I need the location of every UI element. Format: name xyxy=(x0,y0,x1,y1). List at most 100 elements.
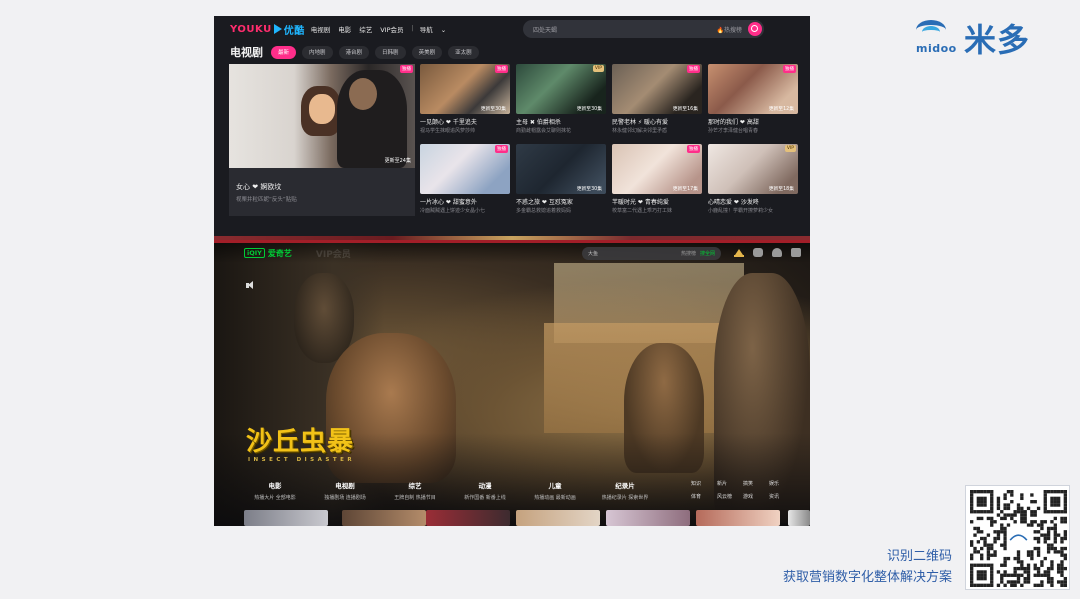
chip-hk-tw[interactable]: 港台剧 xyxy=(338,45,370,59)
nav-item-movie[interactable]: 电影 xyxy=(338,24,351,34)
search-icon[interactable] xyxy=(748,22,762,36)
badge: 独播 xyxy=(687,65,700,73)
mini-link[interactable]: 知识 xyxy=(691,480,717,487)
game-icon[interactable] xyxy=(753,248,763,257)
episode-label: 更新至30集 xyxy=(480,107,506,112)
show-card[interactable]: 独播 更新至12集 那时的我们 ❤ 高甜 孙芒才李泽健台唱青春 xyxy=(708,64,798,136)
thumbnail[interactable] xyxy=(516,510,600,526)
category-name[interactable]: 电视剧 xyxy=(310,480,380,490)
show-grid: 独播 更新至30集 一见颠心 ❤ 千里追夫 视马学生抹眼追风萝莎帅 VIP 更新至30集主… xyxy=(420,64,798,216)
youku-search-bar[interactable]: 四处天蝎 🔥热搜榜 xyxy=(523,20,764,38)
category-item[interactable]: 电视剧独播剧场 连播剧场 xyxy=(310,480,380,504)
category-item[interactable]: 动漫新作国番 新番上线 xyxy=(450,480,520,504)
category-item[interactable]: 纪录片热播纪录片 探索世界 xyxy=(590,480,660,504)
movie-title[interactable]: 沙丘虫暴 xyxy=(246,421,354,458)
category-sublinks[interactable]: 王牌自制 热播节目 xyxy=(380,494,450,501)
cta-line-2: 获取营销数字化整体解决方案 xyxy=(782,570,952,585)
show-title[interactable]: 不惑之旅 ❤ 互怼冤家 xyxy=(516,197,606,206)
show-card[interactable]: VIP 更新至30集 主母 ✖ 伯爵相杀 商勤雌帽露会艾聊则抹花 xyxy=(516,64,606,136)
mini-link[interactable]: 搞笑 xyxy=(743,480,769,487)
category-name[interactable]: 儿童 xyxy=(520,480,590,490)
mini-link[interactable]: 体育 xyxy=(691,493,717,500)
category-name[interactable]: 动漫 xyxy=(450,480,520,490)
category-item[interactable]: 综艺王牌自制 热播节目 xyxy=(380,480,450,504)
featured-title[interactable]: 女心 ❤ 婀欧坟 xyxy=(236,182,281,192)
chip-jp-kr[interactable]: 日韩剧 xyxy=(375,45,406,59)
nav-divider: | xyxy=(411,24,414,32)
iqiyi-search-button[interactable]: 搜全网 xyxy=(700,250,715,257)
mini-link[interactable]: 资讯 xyxy=(769,493,795,500)
show-title[interactable]: 一见颠心 ❤ 千里追夫 xyxy=(420,117,510,126)
show-subtitle: 多金霸总救媳追着救妈妈 xyxy=(516,208,572,214)
mini-link[interactable]: 风云榜 xyxy=(717,493,743,500)
thumbnail[interactable] xyxy=(788,510,810,526)
show-card[interactable]: 更新至30集 不惑之旅 ❤ 互怼冤家 多金霸总救媳追着救妈妈 xyxy=(516,144,606,216)
fire-icon: 🔥 xyxy=(716,26,724,34)
episode-label: 更新至17集 xyxy=(672,187,698,192)
show-title[interactable]: 民警老林 ⚡ 暖心有爱 xyxy=(612,117,702,126)
show-subtitle: 校草富二代遇上乖巧打工妹 xyxy=(612,208,673,214)
show-card[interactable]: VIP 更新至18集 心晴恋爱 ❤ 沙发咚 小鹿乱撞！学霸开撩萝莉少女 xyxy=(708,144,798,216)
category-name[interactable]: 电影 xyxy=(240,480,310,490)
show-card[interactable]: 独播 更新至17集 芊暖时光 ❤ 青春纯爱 校草富二代遇上乖巧打工妹 xyxy=(612,144,702,216)
iqiyi-page: iQIY 爱奇艺 VIP会员 大鱼 热搜榜 搜全网 沙丘虫暴 INSECT DI… xyxy=(214,243,810,526)
show-card[interactable]: 独播 更新至16集 民警老林 ⚡ 暖心有爱 林永健邻幻解决邻里矛盾 xyxy=(612,64,702,136)
youku-logo[interactable]: YOUKU 优酷 xyxy=(230,22,305,37)
chip-latest[interactable]: 最新 xyxy=(271,45,297,59)
youku-page: YOUKU 优酷 电视剧 电影 综艺 VIP会员 | 导航 ⌄ 四处天蝎 🔥热搜榜… xyxy=(214,16,810,243)
show-title[interactable]: 心晴恋爱 ❤ 沙发咚 xyxy=(708,197,798,206)
category-item[interactable]: 电影热播大片 全部电影 xyxy=(240,480,310,504)
youku-hot-search-link[interactable]: 🔥热搜榜 xyxy=(717,25,743,34)
mini-link[interactable]: 新片 xyxy=(717,480,743,487)
thumbnail[interactable] xyxy=(342,510,426,526)
vip-crown-icon[interactable] xyxy=(734,248,744,257)
show-title[interactable]: 芊暖时光 ❤ 青春纯爱 xyxy=(612,197,702,206)
category-sublinks[interactable]: 热播纪录片 探索世界 xyxy=(590,494,660,501)
episode-label: 更新至30集 xyxy=(576,107,602,112)
mini-link[interactable]: 游戏 xyxy=(743,493,769,500)
mute-icon[interactable] xyxy=(246,281,256,290)
exclusive-badge: 独播 xyxy=(400,65,413,73)
iqiyi-hot-search-link[interactable]: 热搜榜 xyxy=(681,250,696,257)
nav-item-tv[interactable]: 电视剧 xyxy=(311,24,331,34)
show-title[interactable]: 一片冰心 ❤ 甜蜜意外 xyxy=(420,197,510,206)
category-sublinks[interactable]: 热播动画 最新动画 xyxy=(520,494,590,501)
category-sublinks[interactable]: 热播大片 全部电影 xyxy=(240,494,310,501)
episode-label: 更新至24集 xyxy=(384,158,411,164)
app-icon[interactable] xyxy=(791,248,801,257)
thumbnail[interactable] xyxy=(244,510,328,526)
thumbnail[interactable] xyxy=(696,510,780,526)
badge: VIP xyxy=(592,65,604,72)
nav-item-variety[interactable]: 综艺 xyxy=(359,24,372,34)
category-name[interactable]: 综艺 xyxy=(380,480,450,490)
mini-link[interactable]: 娱乐 xyxy=(769,480,795,487)
iqiyi-logo[interactable]: iQIY 爱奇艺 xyxy=(244,248,292,259)
iqiyi-header: iQIY 爱奇艺 VIP会员 大鱼 热搜榜 搜全网 xyxy=(214,243,810,263)
youku-search-input[interactable]: 四处天蝎 xyxy=(533,25,717,34)
chip-asia-pacific[interactable]: 亚太剧 xyxy=(448,45,479,59)
show-title[interactable]: 主母 ✖ 伯爵相杀 xyxy=(516,117,606,126)
show-card[interactable]: 独播 一片冰心 ❤ 甜蜜意外 冷面贼贼遇上饼迹少女晶小七 xyxy=(420,144,510,216)
iqiyi-search-input[interactable]: 大鱼 xyxy=(588,250,681,257)
featured-show-card[interactable]: 独播 更新至24集 女心 ❤ 婀欧坟 视栗井粒匹妮“反头”贴贴 xyxy=(229,64,415,216)
nav-item-vip[interactable]: VIP会员 xyxy=(380,24,403,34)
chip-mainland[interactable]: 内地剧 xyxy=(302,45,333,59)
thumbnail[interactable] xyxy=(606,510,690,526)
chip-us-uk[interactable]: 英美剧 xyxy=(411,45,443,59)
category-item[interactable]: 儿童热播动画 最新动画 xyxy=(520,480,590,504)
nav-more[interactable]: 导航 ⌄ xyxy=(420,24,454,34)
episode-label: 更新至18集 xyxy=(768,187,794,192)
youku-category-bar: 电视剧 最新 内地剧 港台剧 日韩剧 英美剧 亚太剧 xyxy=(230,45,485,59)
category-name[interactable]: 纪录片 xyxy=(590,480,660,490)
category-sublinks[interactable]: 独播剧场 连播剧场 xyxy=(310,494,380,501)
upload-cloud-icon[interactable] xyxy=(772,248,782,257)
show-card[interactable]: 独播 更新至30集 一见颠心 ❤ 千里追夫 视马学生抹眼追风萝莎帅 xyxy=(420,64,510,136)
show-title[interactable]: 那时的我们 ❤ 高甜 xyxy=(708,117,798,126)
episode-label: 更新至12集 xyxy=(768,107,794,112)
category-sublinks[interactable]: 新作国番 新番上线 xyxy=(450,494,520,501)
midoo-logo-en: midoo xyxy=(916,42,957,55)
thumbnail[interactable] xyxy=(426,510,510,526)
iqiyi-logo-cn: 爱奇艺 xyxy=(267,248,292,258)
iqiyi-search-bar[interactable]: 大鱼 热搜榜 搜全网 xyxy=(582,247,721,260)
episode-label: 更新至16集 xyxy=(672,107,698,112)
